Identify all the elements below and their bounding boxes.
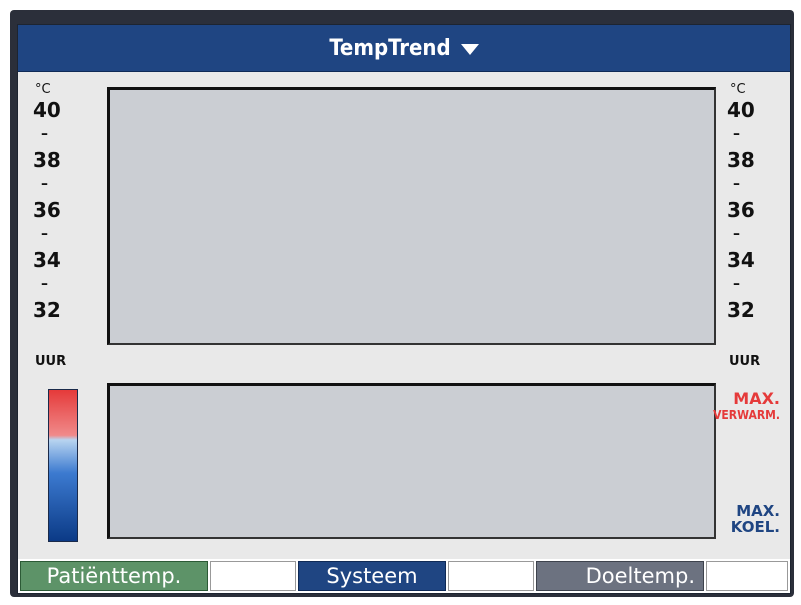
right-tick-34: 34	[727, 248, 755, 272]
right-minor-tick: –	[733, 126, 740, 142]
right-tick-32: 32	[727, 298, 755, 322]
caret-down-icon	[460, 43, 479, 55]
left-tick-32: 32	[33, 298, 61, 322]
heating-cooling-plot	[107, 383, 716, 539]
left-tick-36: 36	[33, 198, 61, 222]
max-heat-label: MAX. VERWARM.	[713, 389, 780, 422]
left-tick-40: 40	[33, 98, 61, 122]
right-tick-36: 36	[727, 198, 755, 222]
left-minor-tick: –	[41, 276, 48, 292]
title-bar: TempTrend	[18, 25, 790, 72]
left-time-axis-label: UUR	[35, 354, 67, 369]
left-axis-unit: °C	[35, 82, 51, 97]
tab-empty-2[interactable]	[448, 561, 534, 591]
max-heat-line2: VERWARM.	[713, 408, 780, 422]
temperature-trend-plot	[107, 87, 716, 345]
tab-patient-temp[interactable]: Patiënttemp.	[20, 561, 208, 591]
heating-cooling-color-bar	[48, 389, 78, 542]
right-time-axis-label: UUR	[729, 354, 761, 369]
left-minor-tick: –	[41, 126, 48, 142]
max-cool-label: MAX. KOEL.	[731, 503, 780, 535]
view-selector[interactable]: TempTrend	[18, 25, 790, 71]
view-title: TempTrend	[329, 35, 451, 61]
right-tick-38: 38	[727, 148, 755, 172]
max-heat-line1: MAX.	[733, 389, 780, 408]
tab-empty-3[interactable]	[706, 561, 788, 591]
max-cool-line2: KOEL.	[730, 518, 780, 536]
max-cool-line1: MAX.	[736, 502, 780, 520]
left-tick-34: 34	[33, 248, 61, 272]
right-minor-tick: –	[733, 176, 740, 192]
right-tick-40: 40	[727, 98, 755, 122]
tab-system[interactable]: Systeem	[298, 561, 446, 591]
right-minor-tick: –	[733, 226, 740, 242]
left-minor-tick: –	[41, 176, 48, 192]
tab-empty-1[interactable]	[210, 561, 296, 591]
right-minor-tick: –	[733, 276, 740, 292]
bottom-tab-bar: Patiënttemp. Systeem Doeltemp.	[18, 559, 790, 593]
tab-target-temp[interactable]: Doeltemp.	[536, 561, 704, 591]
right-axis-unit: °C	[730, 82, 746, 97]
left-minor-tick: –	[41, 226, 48, 242]
left-tick-38: 38	[33, 148, 61, 172]
monitor-screen: TempTrend °C 40 – 38 – 36 – 34 – 32 °C 4…	[17, 24, 791, 594]
